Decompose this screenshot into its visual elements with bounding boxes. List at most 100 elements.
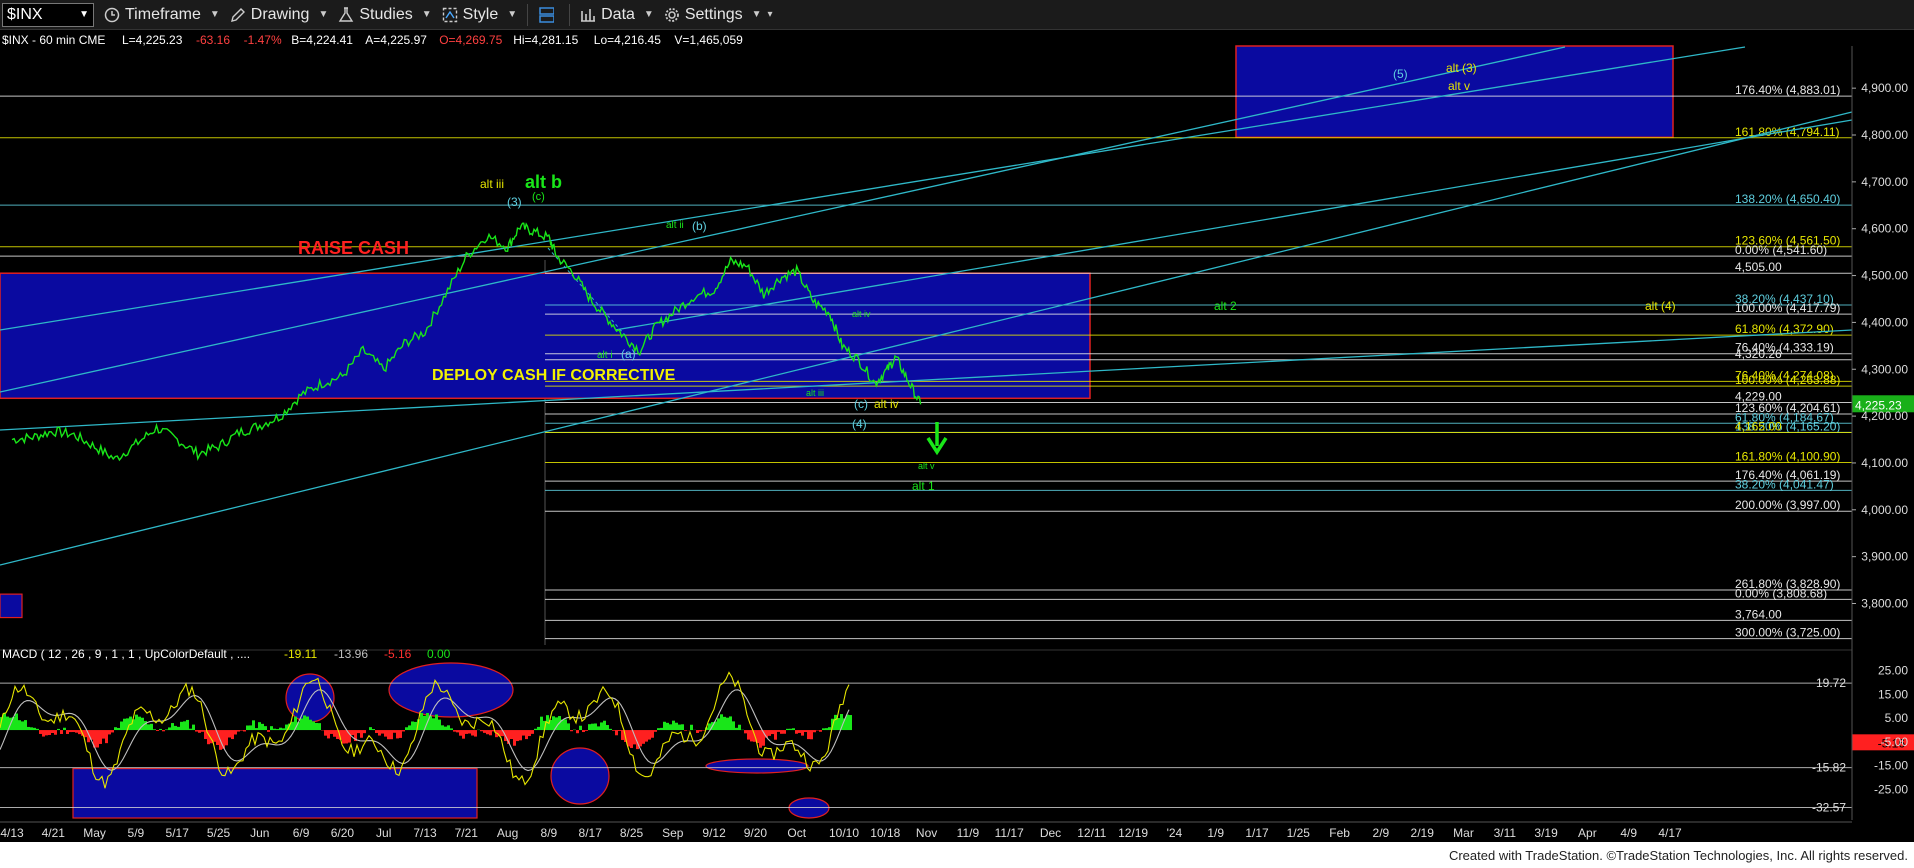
x-tick-label: 7/13 <box>413 826 437 840</box>
x-tick-label: 4/13 <box>0 826 24 840</box>
macd-histogram-bar <box>588 724 591 731</box>
x-tick-label: 5/9 <box>128 826 145 840</box>
layout-button[interactable] <box>538 2 559 28</box>
macd-histogram-bar <box>315 722 318 731</box>
info-field: B=4,224.41 <box>291 33 353 47</box>
wave-label: alt iv <box>874 397 899 411</box>
macd-histogram-bar <box>369 727 372 731</box>
x-tick-label: Jul <box>376 826 391 840</box>
style-menu[interactable]: Style ▼ <box>442 2 517 28</box>
macd-histogram-bar <box>435 714 438 731</box>
drawing-menu[interactable]: Drawing ▼ <box>230 2 328 28</box>
macd-histogram-bar <box>123 718 126 731</box>
caret-down-icon: ▼ <box>751 9 762 20</box>
macd-histogram-bar <box>174 725 177 731</box>
macd-histogram-bar <box>462 730 465 739</box>
macd-histogram-bar <box>24 720 27 731</box>
macd-histogram-bar <box>177 726 180 731</box>
info-field: Hi=4,281.15 <box>513 33 578 47</box>
macd-histogram-bar <box>792 728 795 731</box>
macd-histogram-bar <box>582 730 585 733</box>
macd-histogram-bar <box>48 730 51 736</box>
info-field: O=4,269.75 <box>439 33 502 47</box>
macd-histogram-bar <box>612 730 615 731</box>
macd-histogram-bar <box>36 728 39 731</box>
wave-label: alt ii <box>666 220 684 231</box>
macd-histogram-bar <box>228 730 231 738</box>
macd-histogram-bar <box>531 730 534 734</box>
macd-histogram-bar <box>393 730 396 733</box>
macd-histogram-bar <box>198 730 201 733</box>
x-tick-label: 5/17 <box>166 826 190 840</box>
x-tick-label: 12/11 <box>1077 826 1106 840</box>
macd-histogram-bar <box>681 724 684 731</box>
macd-panel: 19.72 -15.82 -32.57 MACD ( 12 , 26 , 9 , 1 … <box>0 647 1914 819</box>
fib-label: 161.80% (4,100.90) <box>1735 450 1840 464</box>
macd-histogram-bar <box>225 730 228 746</box>
x-tick-label: 4/17 <box>1658 826 1682 840</box>
macd-histogram-bar <box>525 730 528 740</box>
caret-down-icon: ▼ <box>507 9 518 20</box>
y-tick-label: 3,900.00 <box>1861 550 1908 564</box>
more-options-icon[interactable]: ▾ <box>768 9 773 20</box>
x-tick-label: 1/9 <box>1207 826 1224 840</box>
y-tick-label: 4,400.00 <box>1861 315 1908 329</box>
macd-histogram-bar <box>675 722 678 731</box>
data-menu[interactable]: Data ▼ <box>580 2 654 28</box>
macd-histogram-bar <box>21 721 24 731</box>
fib-label: 300.00% (3,725.00) <box>1735 626 1840 640</box>
macd-ellipse <box>388 662 514 718</box>
fib-label: 100.00% (4,417.79) <box>1735 301 1840 315</box>
macd-histogram-bar <box>111 730 114 733</box>
x-tick-label: 10/10 <box>829 826 859 840</box>
fib-label: 138.20% (4,650.40) <box>1735 192 1840 206</box>
fib-label: 4,320.26 <box>1735 347 1782 361</box>
x-tick-label: 1/25 <box>1287 826 1311 840</box>
macd-histogram-bar <box>768 730 771 736</box>
macd-histogram-bar <box>45 730 48 736</box>
wave-label: (a) <box>621 347 636 361</box>
macd-histogram-bar <box>63 727 66 731</box>
macd-marker-label: -15.82 <box>1812 761 1846 775</box>
macd-histogram-bar <box>237 730 240 732</box>
info-field: Lo=4,216.45 <box>594 33 661 47</box>
macd-legend-value: -5.16 <box>384 647 412 661</box>
macd-histogram-bar <box>246 725 249 731</box>
macd-histogram-bar <box>183 721 186 731</box>
settings-menu[interactable]: Settings ▼ ▾ <box>664 2 773 28</box>
macd-marker-label: 19.72 <box>1816 676 1846 690</box>
macd-histogram-bar <box>252 720 255 731</box>
chart-canvas[interactable]: 176.40% (4,883.01)161.80% (4,794.11)138.… <box>0 30 1914 842</box>
macd-histogram-bar <box>783 730 786 734</box>
macd-histogram-bar <box>72 730 75 733</box>
x-tick-label: 5/25 <box>207 826 231 840</box>
macd-histogram-bar <box>786 728 789 731</box>
macd-histogram-bar <box>156 730 159 731</box>
info-field: L=4,225.23 <box>122 33 183 47</box>
macd-histogram-bar <box>351 730 354 736</box>
macd-histogram-bar <box>375 730 378 733</box>
studies-menu[interactable]: Studies ▼ <box>338 2 432 28</box>
macd-histogram-bar <box>579 725 582 731</box>
macd-histogram-bar <box>399 730 402 738</box>
x-tick-label: 4/9 <box>1620 826 1637 840</box>
symbol-selector[interactable]: $INX ▼ <box>2 2 94 27</box>
macd-histogram-bar <box>306 716 309 731</box>
macd-histogram-bar <box>777 730 780 732</box>
macd-histogram-bar <box>291 721 294 731</box>
macd-histogram-bar <box>213 730 216 742</box>
macd-histogram-bar <box>747 730 750 740</box>
macd-y-tick-label: 25.00 <box>1878 664 1908 678</box>
macd-histogram-bar <box>303 715 306 731</box>
copyright-footer: Created with TradeStation. ©TradeStation… <box>1448 848 1908 863</box>
macd-histogram-bar <box>162 730 165 732</box>
macd-histogram-bar <box>576 730 579 734</box>
data-label: Data <box>601 5 635 23</box>
macd-histogram-bar <box>795 730 798 734</box>
caret-down-icon: ▼ <box>209 9 220 20</box>
timeframe-menu[interactable]: Timeframe ▼ <box>104 2 220 28</box>
wave-label: alt (4) <box>1645 299 1676 313</box>
macd-histogram-bar <box>438 719 441 731</box>
fib-label: 4,165.00 <box>1735 419 1782 433</box>
macd-histogram-bar <box>789 728 792 731</box>
